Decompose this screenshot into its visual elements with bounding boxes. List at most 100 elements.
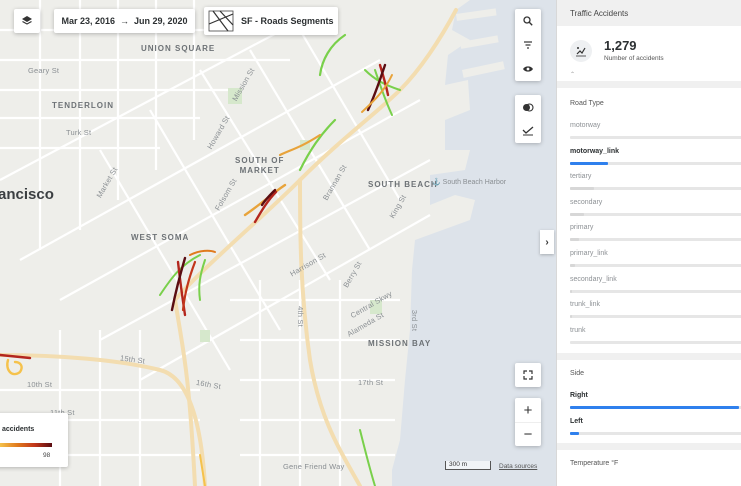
fullscreen-icon [523, 370, 533, 380]
filter-button[interactable] [515, 33, 541, 57]
accidents-caption: Number of accidents [604, 55, 664, 62]
road-type-option-label: primary_link [570, 250, 608, 257]
layers-button[interactable] [14, 9, 40, 33]
chevron-up-icon: ⌃ [570, 72, 576, 78]
eye-icon [523, 66, 533, 72]
district-label: SOUTH BEACH [368, 180, 438, 189]
sidebar-title: Traffic Accidents [557, 0, 741, 26]
harbor-icon: ⚓ [432, 179, 441, 186]
search-icon [523, 16, 533, 26]
road-type-option-bar [570, 161, 608, 165]
street-label: 3rd St [410, 309, 420, 332]
basemap [0, 0, 556, 486]
map-tools-top [515, 9, 541, 81]
search-button[interactable] [515, 9, 541, 33]
filter-icon [524, 41, 532, 49]
road-type-option-bar [570, 315, 572, 319]
road-type-option-track [570, 264, 741, 267]
city-label: ancisco [0, 186, 54, 203]
map-canvas[interactable]: UNION SQUARE TENDERLOIN SOUTH OF MARKET … [0, 0, 556, 486]
map-tools-mid [515, 95, 541, 143]
side-option-track [570, 432, 741, 435]
data-sources-link[interactable]: Data sources [499, 463, 537, 470]
crash-icon [570, 40, 592, 62]
side-option-label: Left [570, 418, 583, 425]
map-legend: accidents 98 [0, 413, 68, 467]
road-type-option-secondary-link[interactable]: secondary_link [570, 275, 741, 293]
street-label: 4th St [295, 306, 305, 327]
road-type-option-label: secondary_link [570, 275, 617, 283]
dataset-name: SF - Roads Segments [241, 16, 334, 26]
temperature-widget: Temperature °F [557, 450, 741, 486]
fullscreen-button[interactable] [515, 363, 541, 387]
road-type-option-bar [570, 212, 584, 216]
ruler-icon [522, 126, 534, 136]
road-type-option-label: secondary [570, 198, 603, 206]
road-type-option-trunk[interactable]: trunk [570, 326, 741, 344]
scale-bar: 300 m [445, 461, 491, 470]
legend-color-ramp [0, 443, 52, 447]
road-type-option-label: motorway_link [570, 147, 620, 155]
road-type-option-track [570, 187, 741, 191]
road-type-title: Road Type [570, 100, 604, 107]
side-option-bar [570, 432, 579, 435]
compare-button[interactable] [515, 95, 541, 119]
road-type-option-bar [570, 289, 572, 293]
district-label: WEST SOMA [131, 233, 190, 242]
road-type-option-trunk-link[interactable]: trunk_link [570, 301, 741, 319]
road-type-option-tertiary[interactable]: tertiary [570, 173, 741, 191]
poi-label: ⚓ South Beach Harbor [432, 179, 507, 186]
side-title: Side [570, 370, 585, 377]
road-type-option-track [570, 340, 741, 344]
accidents-kpi-card: 1,279 Number of accidents ⌃ [557, 26, 741, 81]
road-type-option-bar [570, 238, 579, 242]
road-type-option-secondary[interactable]: secondary [570, 198, 741, 216]
road-type-option-track [570, 289, 741, 293]
sidebar: Traffic Accidents 1,279 Number of accide… [556, 0, 741, 486]
dataset-selector[interactable]: SF - Roads Segments [204, 7, 338, 35]
layers-icon [22, 16, 32, 25]
road-type-option-label: trunk [570, 326, 586, 334]
district-label: SOUTH OF MARKET [235, 156, 285, 175]
zoom-in-button[interactable]: + [515, 398, 541, 422]
road-type-option-motorway-link[interactable]: motorway_link [570, 147, 741, 165]
street-label: Turk St [66, 128, 92, 137]
street-label: Geary St [28, 66, 60, 75]
road-type-option-track [570, 212, 741, 216]
road-type-widget: Road Type motorway motorway_link tertiary s… [557, 88, 741, 353]
side-option-bar [570, 406, 739, 409]
road-type-option-track [570, 136, 741, 139]
visibility-button[interactable] [515, 57, 541, 81]
road-type-option-track [570, 315, 741, 319]
accidents-count: 1,279 [604, 38, 637, 53]
legend-title: accidents [2, 426, 35, 433]
temperature-title: Temperature °F [570, 460, 619, 467]
road-type-option-label: trunk_link [570, 301, 600, 309]
road-type-option-primary-link[interactable]: primary_link [570, 250, 741, 267]
road-type-option-track [570, 238, 741, 242]
road-type-option-bar [570, 187, 595, 191]
date-range-selector[interactable]: Mar 23, 2016 → Jun 29, 2020 [54, 9, 195, 33]
district-label: UNION SQUARE [141, 44, 216, 53]
measure-button[interactable] [515, 119, 541, 143]
side-option-left[interactable]: Left [570, 418, 741, 435]
road-map-icon [208, 10, 234, 32]
side-option-label: Right [570, 392, 588, 399]
street-label: 17th St [358, 378, 384, 387]
collapse-sidebar-button[interactable]: › [540, 230, 554, 254]
district-label: MISSION BAY [368, 339, 432, 348]
side-widget: Side Right Left [557, 360, 741, 443]
street-label: 10th St [27, 380, 53, 389]
district-label: TENDERLOIN [52, 101, 114, 110]
road-type-option-label: primary [570, 224, 594, 232]
toggle-icon [523, 102, 534, 112]
side-option-right[interactable]: Right [570, 392, 741, 409]
arrow-right-icon: → [120, 16, 129, 26]
date-start: Mar 23, 2016 [61, 16, 115, 26]
road-type-option-motorway[interactable]: motorway [570, 122, 741, 139]
zoom-out-button[interactable]: − [515, 422, 541, 446]
legend-max: 98 [43, 452, 51, 459]
road-type-option-bar [570, 264, 576, 267]
road-type-option-label: tertiary [570, 173, 592, 181]
road-type-option-primary[interactable]: primary [570, 224, 741, 242]
